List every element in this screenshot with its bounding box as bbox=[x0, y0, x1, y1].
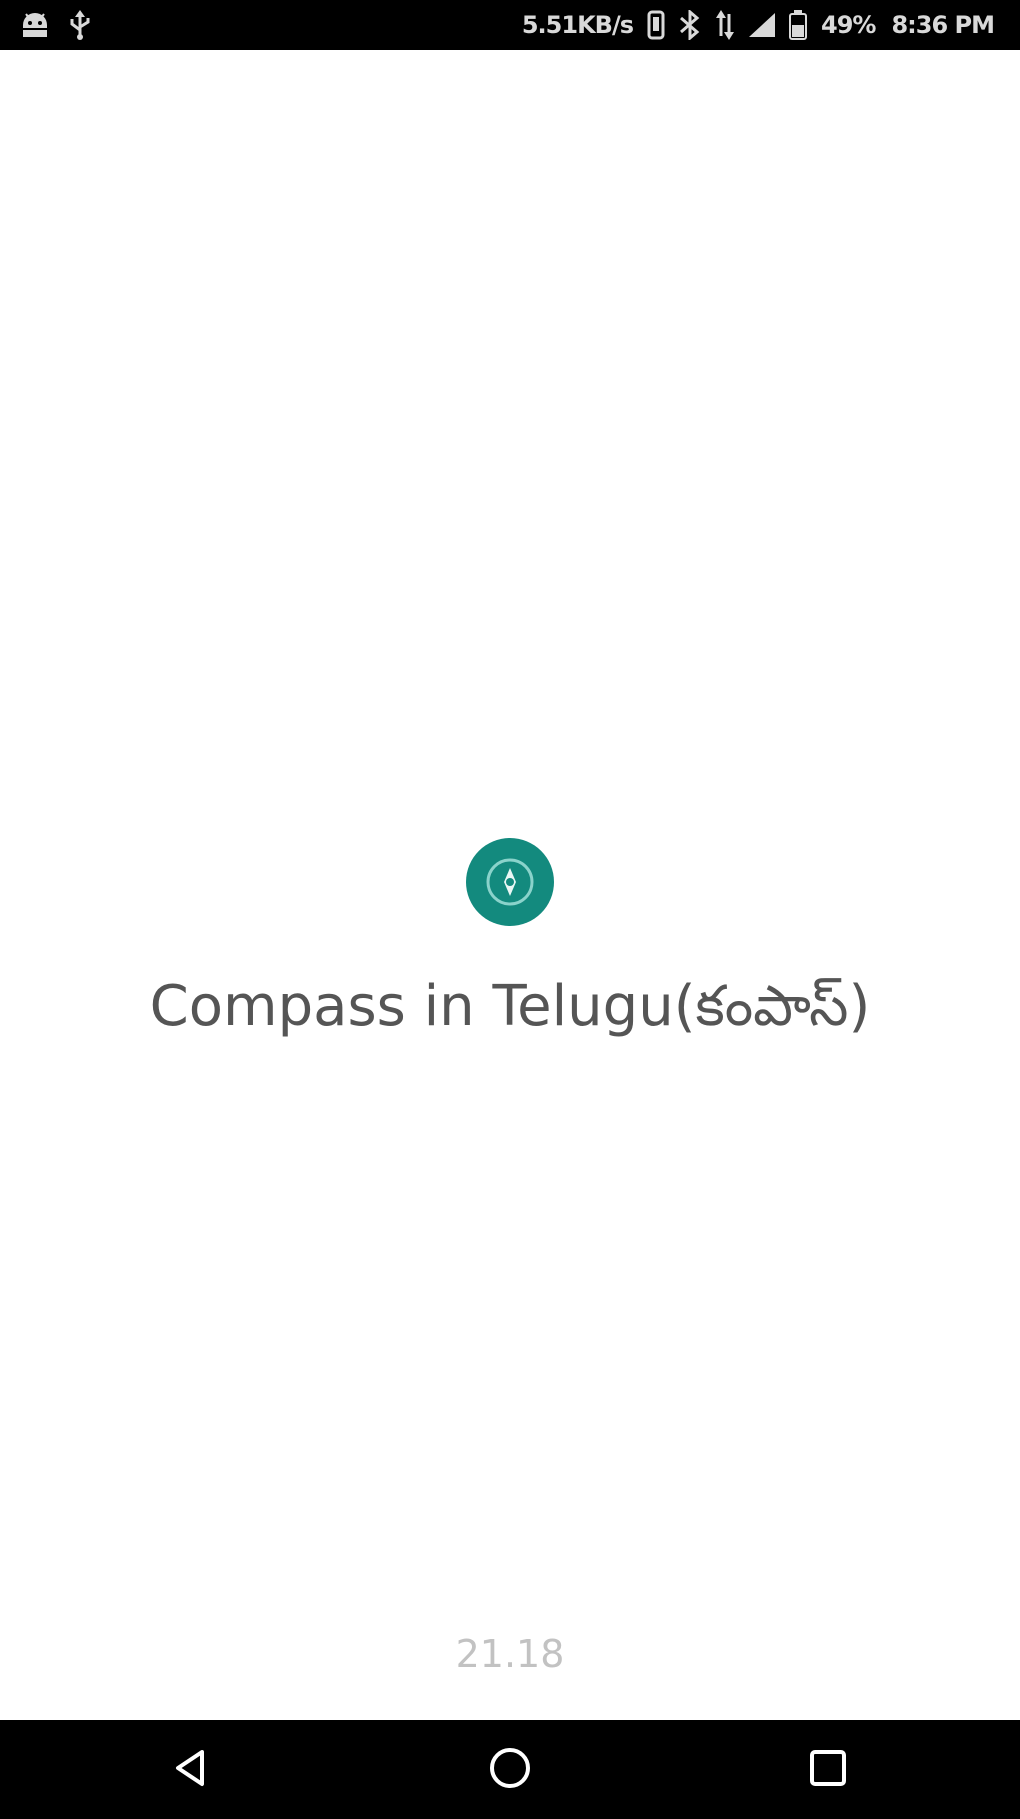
usb-icon bbox=[68, 10, 92, 40]
network-speed: 5.51KB/s bbox=[521, 11, 634, 39]
splash-screen: 5.51KB/s 49% 8:36 PM Compass in Telugu(క… bbox=[0, 0, 1020, 1819]
vibrate-icon bbox=[647, 10, 665, 40]
data-arrows-icon bbox=[715, 10, 735, 40]
bluetooth-icon bbox=[677, 10, 703, 40]
back-icon bbox=[168, 1746, 212, 1794]
compass-icon bbox=[466, 838, 554, 926]
app-title: Compass in Telugu(కంపాస్) bbox=[149, 974, 871, 1039]
status-bar: 5.51KB/s 49% 8:36 PM bbox=[0, 0, 1020, 50]
back-button[interactable] bbox=[130, 1720, 250, 1819]
recents-button[interactable] bbox=[768, 1720, 888, 1819]
signal-icon bbox=[747, 11, 777, 39]
version-label: 21.18 bbox=[455, 1632, 565, 1676]
navigation-bar bbox=[0, 1720, 1020, 1819]
status-right: 5.51KB/s 49% 8:36 PM bbox=[514, 10, 1002, 40]
clock: 8:36 PM bbox=[891, 11, 995, 39]
home-button[interactable] bbox=[450, 1720, 570, 1819]
battery-icon bbox=[789, 10, 808, 40]
status-left bbox=[18, 10, 108, 40]
battery-percent: 49% bbox=[821, 11, 876, 39]
home-icon bbox=[486, 1744, 534, 1796]
android-debug-icon bbox=[18, 11, 52, 39]
recents-icon bbox=[806, 1746, 850, 1794]
